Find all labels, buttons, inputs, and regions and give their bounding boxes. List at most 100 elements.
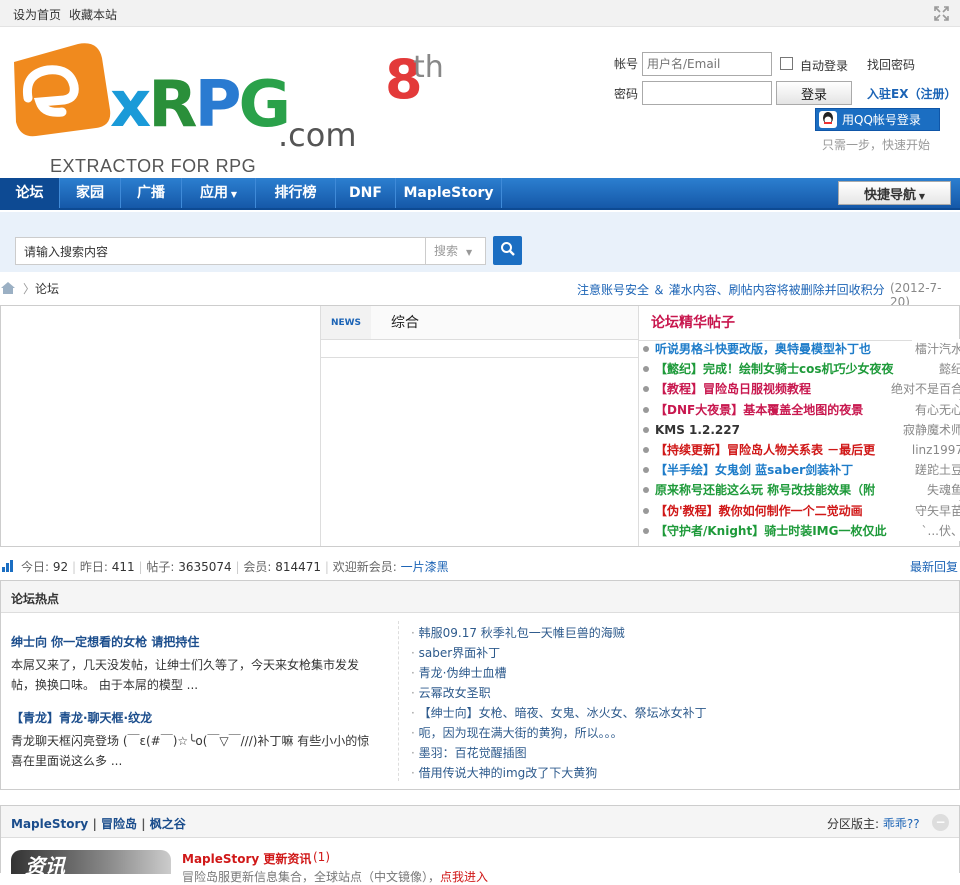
featured-author[interactable]: 寂静魔术师 xyxy=(899,419,960,440)
auto-login-checkbox[interactable] xyxy=(780,57,793,70)
featured-item[interactable]: 【伪'教程】教你如何制作一个二觉动画 守矢早苗 xyxy=(643,500,960,521)
stat-yesterday: 411 xyxy=(111,560,135,574)
bullet-icon xyxy=(643,507,649,514)
hot-topics-title: 论坛热点 xyxy=(11,592,60,606)
auto-login-label: 自动登录 xyxy=(800,59,849,73)
featured-item[interactable]: 【教程】冒险岛日服视频教程 绝对不是百合 xyxy=(643,379,960,400)
breadcrumb-separator: 〉 xyxy=(23,282,36,296)
stats-line: 今日: 92 | 昨日: 411 | 帖子: 3635074 | 会员: 814… xyxy=(21,560,449,574)
stat-today: 92 xyxy=(52,560,69,574)
featured-item[interactable]: 【持续更新】冒险岛人物关系表 －最后更 linz1997 xyxy=(643,440,960,460)
nav-item-apps[interactable]: 应用 ▼ xyxy=(182,178,256,208)
forum-stats: 今日: 92 | 昨日: 411 | 帖子: 3635074 | 会员: 814… xyxy=(0,557,960,575)
featured-list: 听说男格斗快要改版，奥特曼模型补丁也 檑汁汽水 【懿纪】完成！绘制女骑士cos机巧少… xyxy=(643,339,960,544)
bullet-icon xyxy=(643,406,649,413)
section-moderator: 分区版主: 乖乖?? xyxy=(827,817,920,831)
forum-title-link[interactable]: MapleStory 更新资讯 xyxy=(182,850,311,867)
hot-link[interactable]: · 韩服09.17 秋季礼包一天帷巨兽的海贼 xyxy=(411,623,951,643)
account-input[interactable] xyxy=(642,52,772,76)
bullet-icon xyxy=(643,426,649,433)
hot-topic-desc-1: 本屌又来了，几天没发帖，让绅士们久等了，今天来女枪集市发发帖，换换口味。 由于本… xyxy=(11,658,360,692)
nav-item-broadcast[interactable]: 广播 xyxy=(121,178,182,208)
featured-author[interactable]: 檑汁汽水 xyxy=(911,339,960,359)
featured-item[interactable]: 【懿纪】完成！绘制女骑士cos机巧少女夜夜 懿纪 xyxy=(643,359,960,380)
forum-desc: 冒险岛服更新信息集合，全球站点（中文镜像），点我进入 xyxy=(182,870,489,884)
featured-author[interactable]: 懿纪 xyxy=(935,359,960,380)
hot-topics-panel: 论坛热点 绅士向 你一定想看的女枪 请把持住 本屌又来了，几天没发帖，让绅士们久… xyxy=(0,580,960,790)
bullet-icon xyxy=(643,366,649,373)
notice-link[interactable]: 注意账号安全 ＆ 灌水内容、刷帖内容将被删除并回收积分 xyxy=(577,281,885,298)
featured-item[interactable]: 原来称号还能这么玩 称号改技能效果（附 失魂鱼 xyxy=(643,480,960,501)
search-button[interactable] xyxy=(493,236,522,265)
search-input[interactable] xyxy=(15,237,426,265)
dropdown-arrow-icon: ▼ xyxy=(466,248,473,257)
login-button[interactable]: 登录 xyxy=(776,81,852,105)
featured-author[interactable]: 守矢早苗 xyxy=(911,500,960,521)
account-label: 帐号 xyxy=(614,57,639,71)
hot-topic-title-2[interactable]: 【青龙】青龙·聊天框·纹龙 xyxy=(11,709,152,726)
expand-icon[interactable] xyxy=(934,6,949,24)
featured-author[interactable]: 蹉跎土豆 xyxy=(911,460,960,481)
hot-link[interactable]: · saber界面补丁 xyxy=(411,643,951,663)
tab-general[interactable]: 综合 xyxy=(371,306,639,340)
search-type-select[interactable]: 搜索 ▼ xyxy=(426,237,486,265)
breadcrumb: 〉 论坛 注意账号安全 ＆ 灌水内容、刷帖内容将被删除并回收积分 (2012-7… xyxy=(0,276,960,309)
featured-author[interactable]: 失魂鱼 xyxy=(923,480,960,501)
hot-link[interactable]: · 青龙·伪绅士血槽 xyxy=(411,663,951,683)
find-password-link[interactable]: 找回密码 xyxy=(867,56,915,73)
featured-author[interactable]: 有心无心 xyxy=(911,399,960,420)
featured-item[interactable]: 【DNF大夜景】基本覆盖全地图的夜景 有心无心 xyxy=(643,399,960,420)
nav-item-ranking[interactable]: 排行榜 xyxy=(256,178,336,208)
portal-panel: NEWS 综合 论坛精华帖子 听说男格斗快要改版，奥特曼模型补丁也 檑汁汽水 【懿纪… xyxy=(0,305,960,547)
hot-link[interactable]: · 墨羽：百花觉醒插图 xyxy=(411,743,951,763)
bullet-icon xyxy=(643,487,649,494)
newest-member-link[interactable]: 一片漆黑 xyxy=(401,560,449,574)
hot-topic-title-1[interactable]: 绅士向 你一定想看的女枪 请把持住 xyxy=(11,633,199,650)
site-logo[interactable]: xRPG .com EXTRACTOR FOR RPG xyxy=(6,40,386,176)
nav-item-forum[interactable]: 论坛 xyxy=(0,178,60,208)
bullet-icon xyxy=(643,447,649,453)
qq-icon xyxy=(819,111,837,128)
latest-reply-link[interactable]: 最新回复 xyxy=(910,558,958,575)
quick-nav-button[interactable]: 快捷导航 ▼ xyxy=(838,181,951,205)
featured-item[interactable]: 【守护者/Knight】骑士时装IMG一枚仅此 `...伏、 xyxy=(643,520,960,541)
bookmark-link[interactable]: 收藏本站 xyxy=(69,6,117,23)
nav-item-dnf[interactable]: DNF xyxy=(336,178,396,208)
hot-links-list: · 韩服09.17 秋季礼包一天帷巨兽的海贼 · saber界面补丁 · 青龙·… xyxy=(411,623,951,783)
home-icon[interactable] xyxy=(0,281,16,298)
top-bar: 设为首页 收藏本站 xyxy=(0,0,960,27)
breadcrumb-current[interactable]: 论坛 xyxy=(35,280,59,297)
dropdown-arrow-icon: ▼ xyxy=(916,191,925,201)
featured-author[interactable]: `...伏、 xyxy=(918,520,960,541)
dropdown-arrow-icon: ▼ xyxy=(228,190,237,199)
featured-author[interactable]: 绝对不是百合 xyxy=(887,379,960,400)
bullet-icon xyxy=(643,386,649,393)
featured-author[interactable]: linz1997 xyxy=(908,440,960,460)
set-home-link[interactable]: 设为首页 xyxy=(13,6,61,23)
hot-link[interactable]: · 呃，因为现在满大街的黄狗，所以。。。 xyxy=(411,723,951,743)
forum-enter-link[interactable]: 点我进入 xyxy=(440,870,488,884)
hot-link[interactable]: · 【绅士向】女枪、暗夜、女鬼、冰火女、祭坛冰女补丁 xyxy=(411,703,951,723)
hot-link[interactable]: · 借用传说大神的img改了下大黄狗 xyxy=(411,763,951,783)
section-title[interactable]: MapleStory | 冒险岛 | 枫之谷 xyxy=(11,815,186,832)
forum-banner-text: 资讯 xyxy=(25,854,65,874)
hot-link[interactable]: · 云幂改女圣职 xyxy=(411,683,951,703)
password-input[interactable] xyxy=(642,81,772,105)
featured-item[interactable]: 听说男格斗快要改版，奥特曼模型补丁也 檑汁汽水 xyxy=(643,339,960,359)
featured-posts: 论坛精华帖子 听说男格斗快要改版，奥特曼模型补丁也 檑汁汽水 【懿纪】完成！绘制女骑… xyxy=(638,306,960,546)
maplestory-section: MapleStory | 冒险岛 | 枫之谷 分区版主: 乖乖?? − 资讯 M… xyxy=(0,805,960,884)
collapse-icon[interactable]: − xyxy=(932,814,949,831)
section-header: MapleStory | 冒险岛 | 枫之谷 分区版主: 乖乖?? − xyxy=(1,806,959,838)
forum-today-count: (1) xyxy=(313,850,330,864)
nav-item-maplestory[interactable]: MapleStory xyxy=(396,178,502,208)
bullet-icon xyxy=(643,527,649,534)
moderator-link[interactable]: 乖乖?? xyxy=(883,817,920,831)
featured-item[interactable]: KMS 1.2.227 寂静魔术师 xyxy=(643,419,960,440)
qq-login-button[interactable]: 用QQ帐号登录 xyxy=(815,108,940,131)
hot-divider xyxy=(398,621,399,781)
register-link[interactable]: 入驻EX（注册） xyxy=(867,85,956,102)
nav-item-home[interactable]: 家园 xyxy=(60,178,121,208)
forum-banner-image[interactable]: 资讯 xyxy=(11,850,171,874)
featured-item[interactable]: 【半手绘】女鬼剑 蓝saber剑装补丁 蹉跎土豆 xyxy=(643,460,960,481)
logo-com: .com xyxy=(278,116,357,154)
